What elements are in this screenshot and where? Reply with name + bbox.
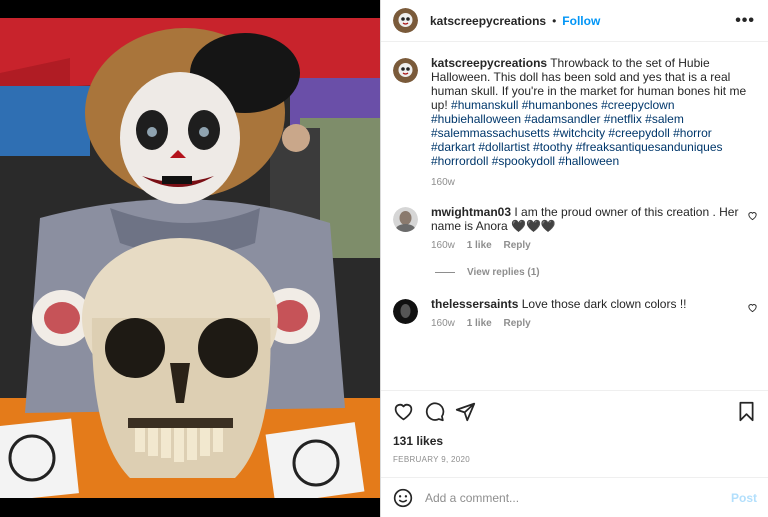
comment: thelessersaints Love those dark clown co…: [393, 297, 758, 331]
comment-time[interactable]: 160w: [431, 240, 455, 251]
bookmark-icon[interactable]: [736, 401, 757, 422]
view-replies-button[interactable]: View replies (1): [435, 267, 540, 278]
emoji-icon[interactable]: [393, 488, 413, 508]
post-photo[interactable]: [0, 0, 380, 517]
emoji-button[interactable]: [393, 488, 413, 508]
action-icons: [393, 401, 476, 422]
follow-button[interactable]: Follow: [562, 14, 600, 28]
caption-text-block: katscreepycreations Throwback to the set…: [431, 56, 749, 168]
comment-username[interactable]: mwightman03: [431, 205, 511, 219]
commenter-avatar[interactable]: [393, 207, 418, 232]
comment-composer: Post: [381, 477, 768, 517]
replies-line: [435, 272, 455, 273]
author-avatar[interactable]: [393, 58, 418, 83]
post-comment-button[interactable]: Post: [731, 491, 757, 505]
caption: katscreepycreations Throwback to the set…: [393, 56, 758, 190]
reply-button[interactable]: Reply: [504, 318, 531, 329]
post-side-panel: katscreepycreations • Follow ••• katscre…: [380, 0, 768, 517]
comment-likes[interactable]: 1 like: [467, 318, 492, 329]
view-replies-label: View replies (1): [467, 267, 540, 278]
post-actions: 131 likes FEBRUARY 9, 2020 Post: [381, 390, 768, 517]
comment-meta: 160w 1 like Reply: [431, 317, 749, 331]
caption-body: katscreepycreations Throwback to the set…: [431, 56, 749, 190]
post-header: katscreepycreations • Follow •••: [381, 0, 768, 42]
reply-button[interactable]: Reply: [504, 240, 531, 251]
post-date[interactable]: FEBRUARY 9, 2020: [393, 455, 470, 464]
caption-hashtags[interactable]: #humanskull #humanbones #creepyclown #hu…: [431, 98, 723, 168]
comment-icon[interactable]: [424, 401, 445, 422]
post-image: [0, 18, 380, 498]
comment-input[interactable]: [425, 490, 725, 505]
author-username[interactable]: katscreepycreations: [430, 14, 546, 28]
comment: mwightman03 I am the proud owner of this…: [393, 205, 758, 253]
caption-time[interactable]: 160w: [431, 177, 455, 188]
comment-heart-icon[interactable]: [747, 302, 758, 313]
caption-meta: 160w: [431, 176, 749, 190]
comment-meta: 160w 1 like Reply: [431, 239, 749, 253]
author-avatar[interactable]: [393, 8, 418, 33]
comment-likes[interactable]: 1 like: [467, 240, 492, 251]
caption-username[interactable]: katscreepycreations: [431, 56, 547, 70]
comment-time[interactable]: 160w: [431, 318, 455, 329]
bookmark-button[interactable]: [736, 401, 757, 422]
more-options-icon[interactable]: •••: [735, 12, 755, 30]
comment-text: Love those dark clown colors !!: [521, 297, 687, 311]
commenter-avatar[interactable]: [393, 299, 418, 324]
share-icon[interactable]: [455, 401, 476, 422]
comment-username[interactable]: thelessersaints: [431, 297, 518, 311]
instagram-post: katscreepycreations • Follow ••• katscre…: [0, 0, 768, 517]
heart-icon[interactable]: [393, 401, 414, 422]
likes-count[interactable]: 131 likes: [393, 434, 443, 448]
header-separator: •: [552, 13, 557, 28]
comment-body: thelessersaints Love those dark clown co…: [431, 297, 749, 331]
comment-body: mwightman03 I am the proud owner of this…: [431, 205, 749, 253]
comment-heart-icon[interactable]: [747, 210, 758, 221]
